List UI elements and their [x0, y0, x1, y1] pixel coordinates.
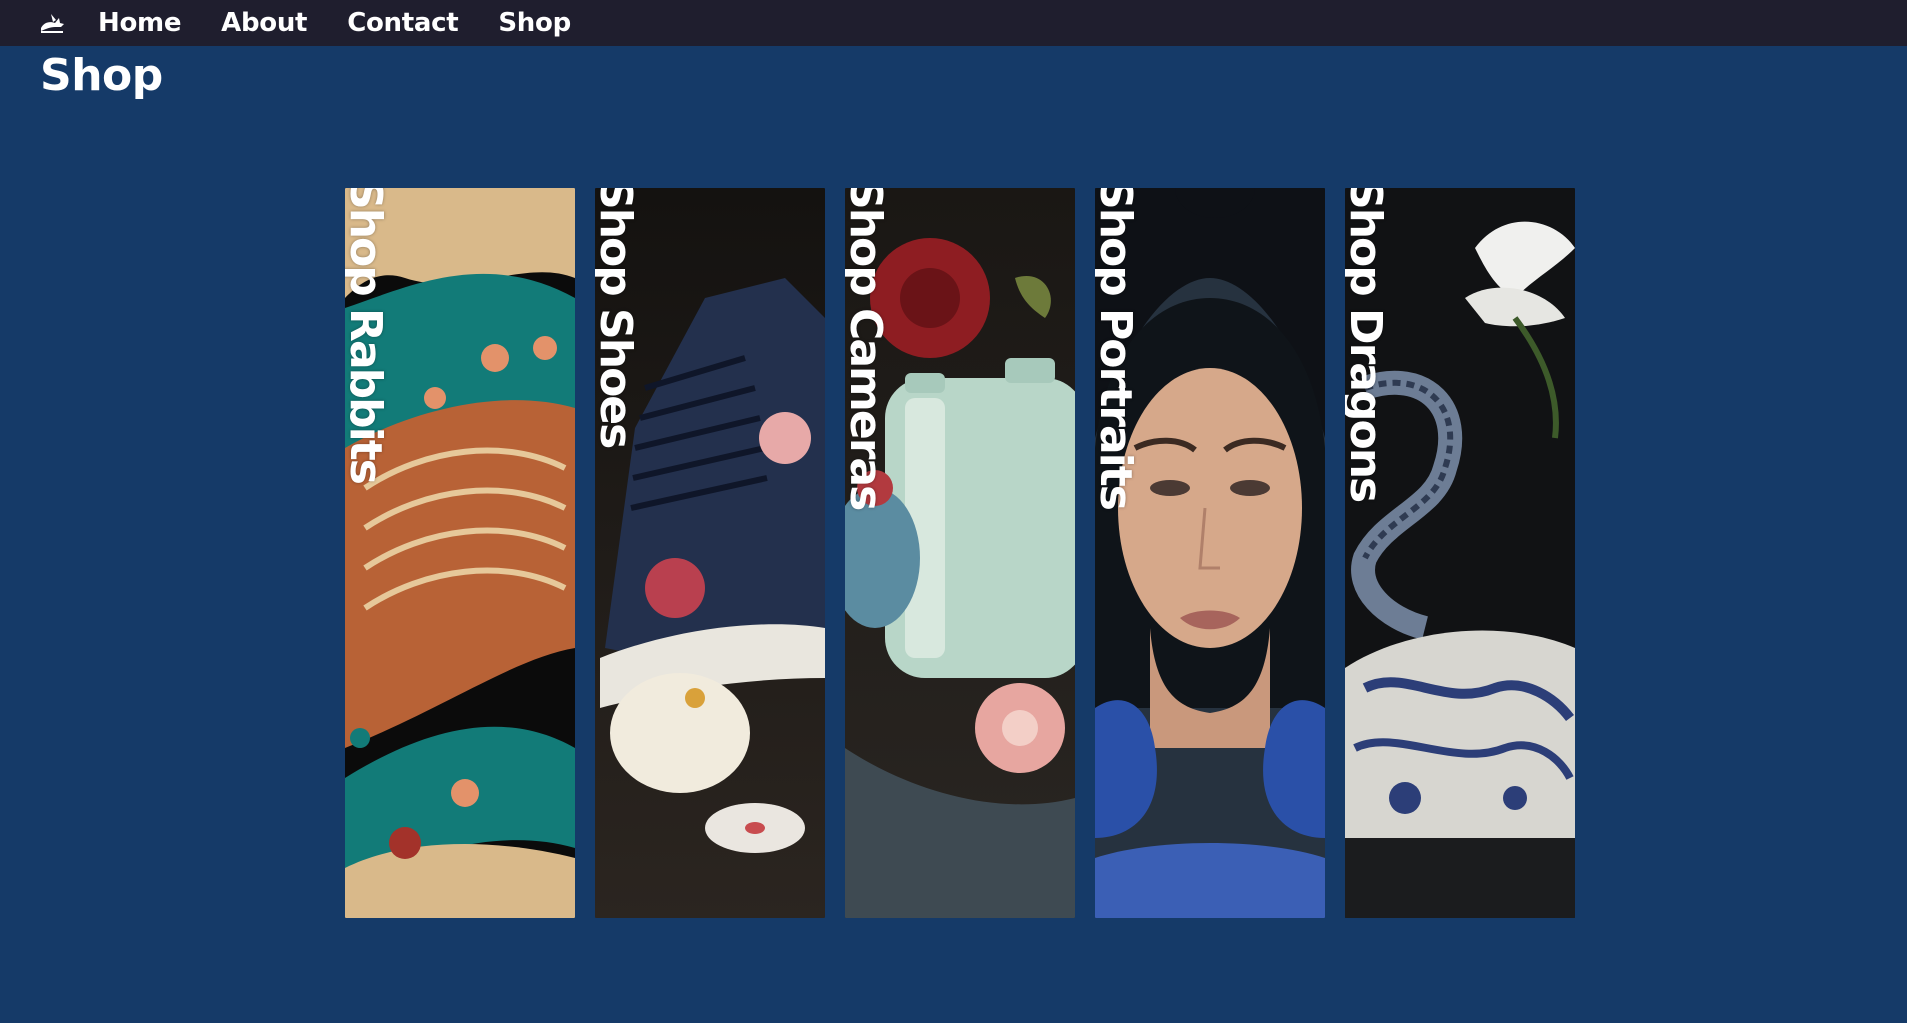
shop-dragons-panel[interactable]: Shop Dragons: [1345, 188, 1575, 918]
shop-portraits-panel[interactable]: Shop Portraits: [1095, 188, 1325, 918]
nav-shop-link[interactable]: Shop: [498, 8, 571, 38]
nav-contact-link[interactable]: Contact: [347, 8, 458, 38]
shop-portraits-label: Shop Portraits: [1095, 188, 1141, 509]
page-title: Shop: [40, 50, 163, 101]
shop-cameras-panel[interactable]: Shop Cameras: [845, 188, 1075, 918]
shop-shoes-label: Shop Shoes: [595, 188, 641, 448]
nav-home-link[interactable]: Home: [98, 8, 181, 38]
rabbit-logo-icon[interactable]: [38, 11, 68, 35]
nav-about-link[interactable]: About: [221, 8, 307, 38]
shop-rabbits-panel[interactable]: Shop Rabbits: [345, 188, 575, 918]
shop-rabbits-label: Shop Rabbits: [345, 188, 391, 483]
shop-dragons-label: Shop Dragons: [1345, 188, 1391, 502]
shop-shoes-panel[interactable]: Shop Shoes: [595, 188, 825, 918]
shop-cameras-label: Shop Cameras: [845, 188, 891, 510]
top-nav: Home About Contact Shop: [0, 0, 1907, 46]
